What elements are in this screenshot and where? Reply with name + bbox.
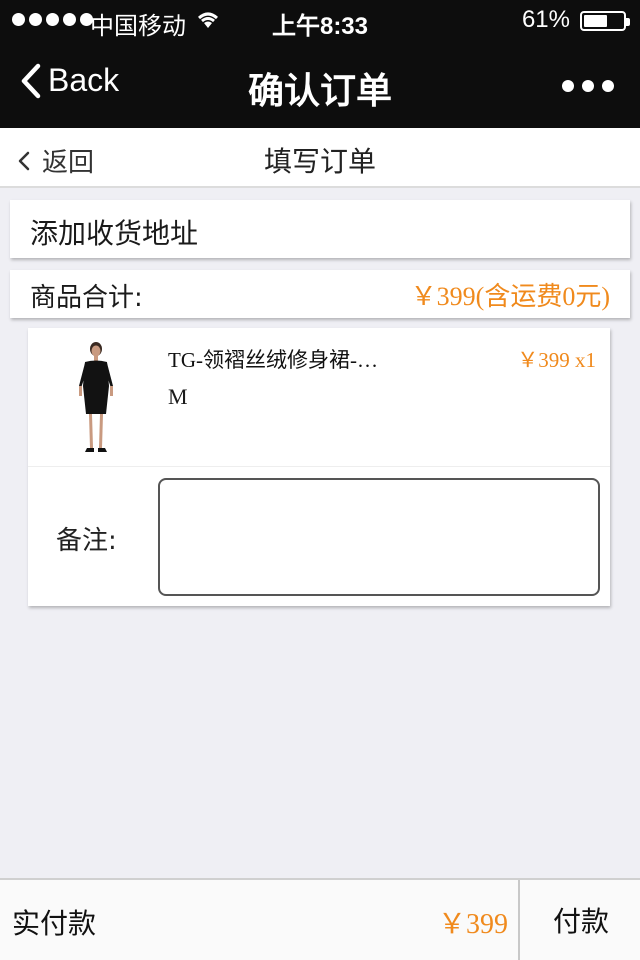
amount-payable-label: 实付款 bbox=[12, 907, 97, 940]
nav-bar: Back 确认订单 bbox=[0, 40, 640, 128]
battery-percent: 61% bbox=[521, 6, 570, 33]
product-size: M bbox=[168, 384, 188, 409]
add-address-label: 添加收货地址 bbox=[30, 217, 199, 250]
product-card: TG-领褶丝绒修身裙-… ￥399 x1 M 备注: bbox=[28, 328, 610, 606]
note-input[interactable] bbox=[158, 478, 600, 596]
page-title: 确认订单 bbox=[247, 71, 392, 112]
add-address-button[interactable]: 添加收货地址 bbox=[10, 200, 630, 258]
order-summary: 商品合计: ￥399(含运费0元) bbox=[10, 270, 630, 318]
battery-icon bbox=[580, 11, 630, 31]
sub-header: 返回 填写订单 bbox=[0, 128, 640, 188]
product-row[interactable]: TG-领褶丝绒修身裙-… ￥399 x1 M bbox=[28, 328, 610, 467]
product-image bbox=[79, 342, 113, 452]
product-price-quantity: ￥399 x1 bbox=[517, 348, 596, 372]
product-name: TG-领褶丝绒修身裙-… bbox=[168, 348, 378, 372]
pay-button[interactable]: 付款 bbox=[518, 880, 640, 960]
summary-label: 商品合计: bbox=[30, 283, 143, 313]
checkout-bar: 实付款 ￥399 付款 bbox=[0, 878, 640, 960]
summary-value: ￥399(含运费0元) bbox=[410, 282, 610, 311]
sub-title: 填写订单 bbox=[263, 145, 376, 178]
note-label: 备注: bbox=[56, 526, 117, 556]
more-options-icon[interactable] bbox=[562, 80, 614, 92]
status-bar: 中国移动 上午8:33 61% bbox=[0, 0, 640, 40]
amount-payable-value: ￥399 bbox=[437, 909, 508, 940]
